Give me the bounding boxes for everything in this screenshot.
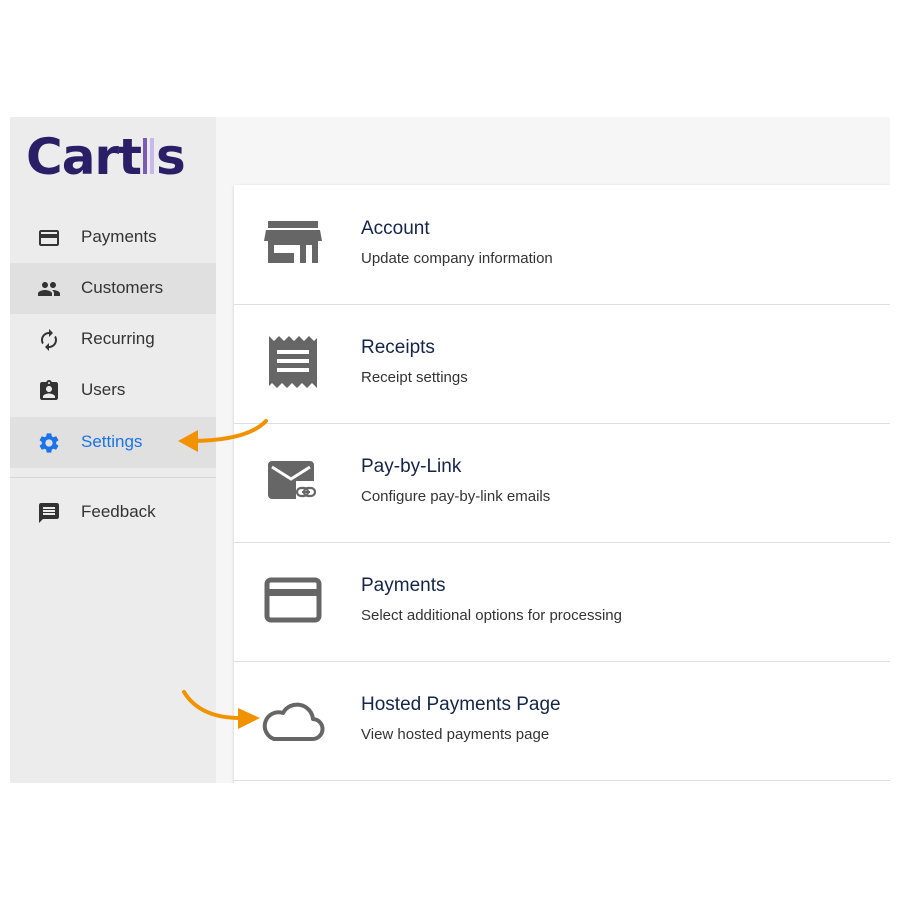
row-subtitle: Select additional options for processing: [361, 607, 622, 624]
sidebar-item-label: Recurring: [81, 329, 155, 348]
refresh-icon: [41, 329, 57, 351]
credit-card-icon: [39, 230, 59, 246]
row-subtitle: Receipt settings: [361, 369, 468, 386]
sidebar-item-feedback[interactable]: Feedback: [10, 487, 216, 538]
row-subtitle: View hosted payments page: [361, 726, 550, 743]
badge-icon: [40, 380, 58, 400]
cloud-icon: [262, 702, 325, 741]
settings-row-hosted-payments-page[interactable]: Hosted Payments Page View hosted payment…: [234, 661, 890, 781]
sidebar-item-label: Payments: [81, 227, 157, 246]
row-subtitle: Configure pay-by-link emails: [361, 488, 551, 505]
sidebar-item-customers[interactable]: Customers: [10, 263, 216, 314]
row-title: Pay-by-Link: [361, 456, 462, 477]
settings-row-account[interactable]: Account Update company information: [234, 185, 890, 305]
app-window: Cart s Payments Customers Recurring Users: [10, 117, 890, 783]
settings-row-payments[interactable]: Payments Select additional options for p…: [234, 542, 890, 662]
logo-text: Cart s: [26, 128, 186, 186]
storefront-icon: [264, 221, 322, 263]
gear-icon: [39, 433, 59, 453]
settings-list: Account Update company information Recei…: [234, 185, 890, 783]
row-subtitle: Update company information: [361, 250, 553, 267]
sidebar-item-label: Users: [81, 380, 126, 399]
logo-bars-mark: [143, 138, 154, 174]
row-title: Receipts: [361, 337, 435, 358]
settings-row-receipts[interactable]: Receipts Receipt settings: [234, 304, 890, 424]
sidebar-item-label: Customers: [81, 278, 164, 297]
sidebar-item-label: Feedback: [81, 502, 156, 521]
settings-row-pay-by-link[interactable]: Pay-by-Link Configure pay-by-link emails: [234, 423, 890, 543]
row-title: Payments: [361, 575, 446, 596]
mail-link-icon: [268, 461, 317, 499]
feedback-icon: [39, 503, 59, 523]
people-icon: [38, 282, 60, 296]
sidebar-item-settings[interactable]: Settings: [10, 417, 216, 468]
receipt-icon: [269, 336, 317, 388]
sidebar-item-users[interactable]: Users: [10, 365, 216, 416]
sidebar-item-label: Settings: [81, 432, 143, 451]
row-title: Hosted Payments Page: [361, 694, 561, 715]
row-title: Account: [361, 218, 430, 239]
cartis-logo[interactable]: Cart s: [26, 125, 186, 189]
sidebar-divider: [10, 477, 216, 478]
sidebar-item-payments[interactable]: Payments: [10, 212, 216, 263]
credit-card-icon: [264, 577, 322, 623]
sidebar-item-recurring[interactable]: Recurring: [10, 314, 216, 365]
sidebar: Cart s Payments Customers Recurring Users: [10, 117, 216, 783]
